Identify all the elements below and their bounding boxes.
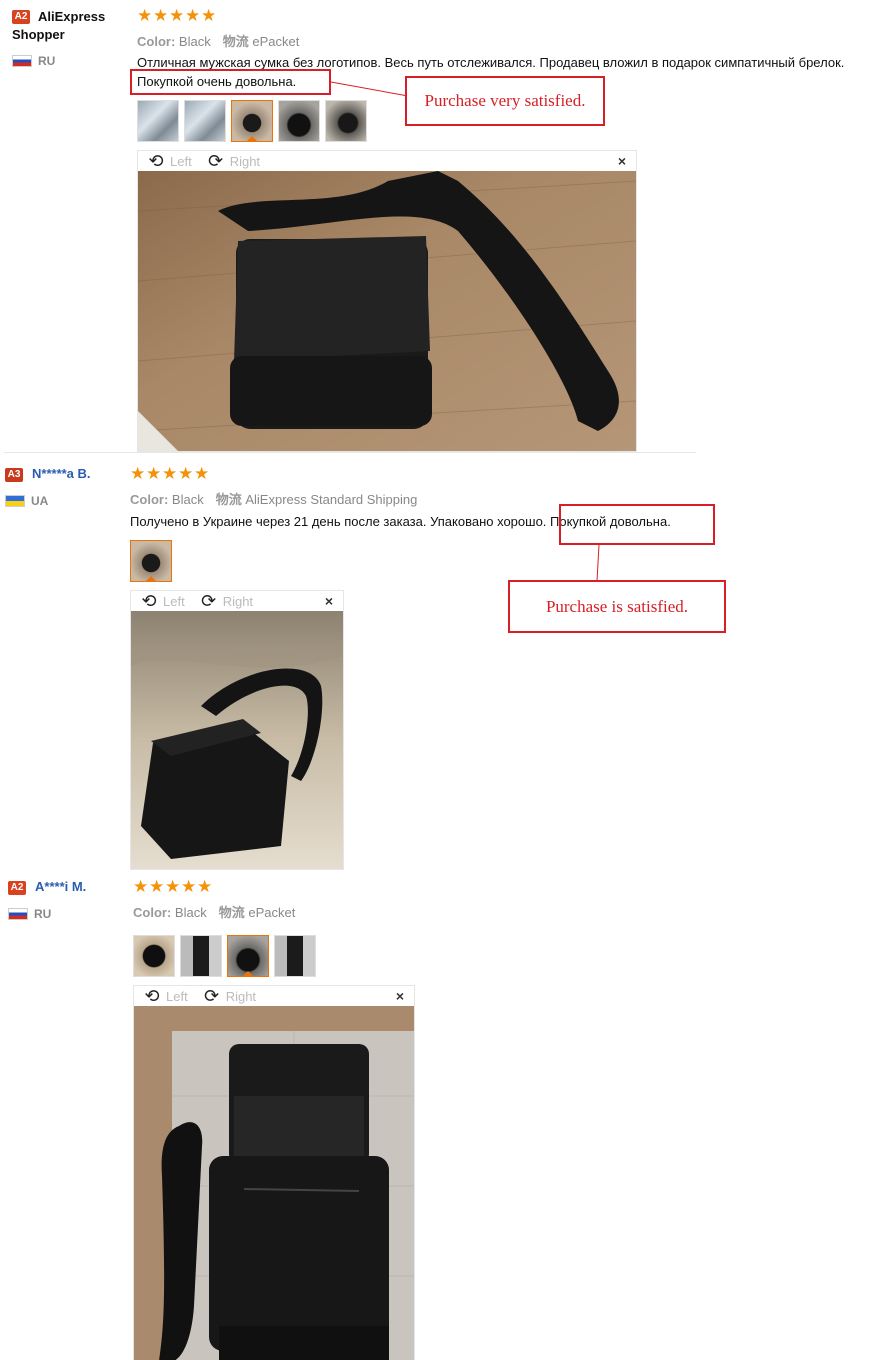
viewer-toolbar: ⟲ Left ⟳ Right ×	[134, 986, 414, 1006]
photo-thumbnail[interactable]	[180, 935, 222, 977]
review-photo[interactable]	[138, 171, 636, 451]
star-icon: ★	[181, 877, 197, 896]
rotate-right-icon[interactable]: ⟳	[202, 986, 222, 1006]
review-thumbnails	[133, 935, 316, 977]
rotate-left-label[interactable]: Left	[170, 154, 192, 169]
shipping-label: 物流	[218, 905, 245, 920]
rotate-right-label[interactable]: Right	[226, 989, 256, 1004]
user-name[interactable]: A****i M.	[35, 878, 86, 896]
rating-stars: ★ ★ ★ ★ ★	[133, 877, 213, 896]
rotate-left-icon[interactable]: ⟲	[142, 986, 162, 1006]
translation-annotation: Purchase very satisfied.	[405, 76, 605, 126]
photo-viewer: ⟲ Left ⟳ Right ×	[130, 590, 344, 870]
buyer-level-badge: A2	[8, 881, 26, 895]
photo-thumbnail-selected[interactable]	[227, 935, 269, 977]
close-icon[interactable]: ×	[325, 593, 333, 609]
translation-annotation: Purchase is satisfied.	[508, 580, 726, 633]
viewer-toolbar: ⟲ Left ⟳ Right ×	[138, 151, 636, 171]
color-label: Color:	[133, 905, 172, 920]
photo-thumbnail[interactable]	[184, 100, 226, 142]
review-photo[interactable]	[134, 1006, 414, 1360]
rotate-left-icon[interactable]: ⟲	[139, 591, 159, 611]
photo-thumbnail-selected[interactable]	[231, 100, 273, 142]
rotate-left-icon[interactable]: ⟲	[146, 151, 166, 171]
star-icon: ★	[149, 877, 165, 896]
rotate-right-icon[interactable]: ⟳	[199, 591, 219, 611]
rotate-left-label[interactable]: Left	[163, 594, 185, 609]
rotate-right-label[interactable]: Right	[223, 594, 253, 609]
russia-flag-icon	[8, 908, 28, 920]
close-icon[interactable]: ×	[396, 988, 404, 1004]
rotate-right-label[interactable]: Right	[230, 154, 260, 169]
review-photo[interactable]	[131, 611, 343, 869]
user-country: RU	[8, 907, 51, 921]
review-thumbnails	[130, 540, 172, 582]
photo-thumbnail[interactable]	[137, 100, 179, 142]
star-icon: ★	[197, 877, 213, 896]
review-1: A2 AliExpress Shopper RU ★ ★ ★ ★ ★ Color: Bl…	[0, 0, 869, 452]
photo-thumbnail[interactable]	[133, 935, 175, 977]
order-info: Color: Black 物流 ePacket	[133, 902, 295, 921]
shipping-value: ePacket	[248, 905, 296, 920]
rotate-right-icon[interactable]: ⟳	[206, 151, 226, 171]
photo-viewer: ⟲ Left ⟳ Right ×	[137, 150, 637, 452]
color-value: Black	[174, 905, 207, 920]
photo-thumbnail-selected[interactable]	[130, 540, 172, 582]
close-icon[interactable]: ×	[618, 153, 626, 169]
review-2: A3 N*****a B. UA ★ ★ ★ ★ ★ Color: Black 物流 Al…	[0, 453, 869, 870]
photo-thumbnail[interactable]	[278, 100, 320, 142]
star-icon: ★	[165, 877, 181, 896]
photo-thumbnail[interactable]	[274, 935, 316, 977]
country-code: RU	[34, 907, 52, 921]
photo-viewer: ⟲ Left ⟳ Right ×	[133, 985, 415, 1360]
rotate-left-label[interactable]: Left	[166, 989, 188, 1004]
review-thumbnails	[137, 100, 367, 142]
review-3: A2 A****i M. RU ★ ★ ★ ★ ★ Color: Black 物流 ePa…	[0, 870, 869, 1360]
star-icon: ★	[133, 877, 149, 896]
photo-thumbnail[interactable]	[325, 100, 367, 142]
viewer-toolbar: ⟲ Left ⟳ Right ×	[131, 591, 343, 611]
